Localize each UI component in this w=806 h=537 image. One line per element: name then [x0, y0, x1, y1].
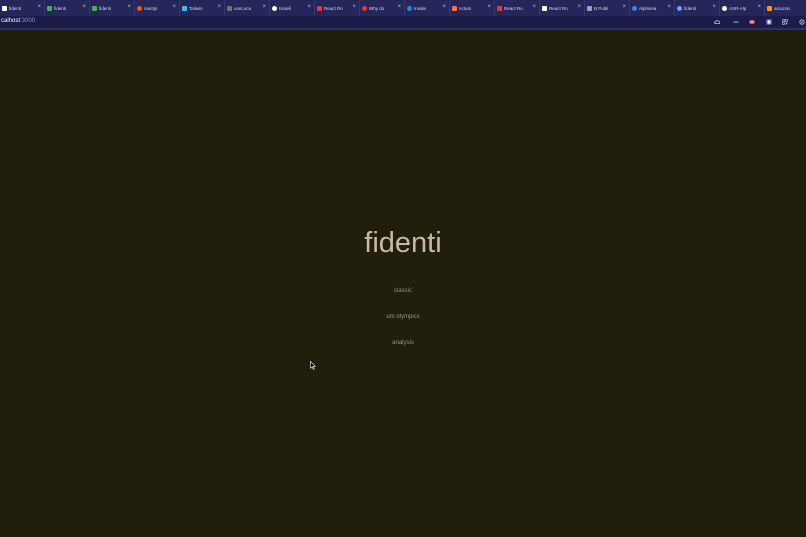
close-icon[interactable]: × — [487, 4, 491, 11]
close-icon[interactable]: × — [37, 4, 41, 11]
tab-label: Israeli — [279, 5, 292, 11]
extension-icon[interactable] — [749, 19, 755, 25]
page-icon — [542, 5, 547, 11]
browser-tab[interactable]: fidenti × — [675, 0, 720, 16]
url-host: calhost — [1, 18, 21, 24]
close-icon[interactable]: × — [532, 4, 536, 11]
close-icon[interactable]: × — [217, 4, 221, 11]
close-icon[interactable]: × — [622, 4, 626, 11]
browser-tab[interactable]: reactjs × — [135, 0, 180, 16]
tab-label: React Ro — [504, 5, 523, 11]
close-icon[interactable]: × — [262, 4, 266, 11]
cloud-icon[interactable] — [714, 19, 720, 25]
page-icon — [2, 5, 7, 11]
tab-label: reactjs — [144, 5, 158, 11]
tab-label: ASR-Alp — [729, 5, 747, 11]
tailwind-icon — [182, 5, 187, 11]
tab-label: fidenti — [9, 5, 22, 11]
browser-tab-strip: fidenti × fidenti × fidenti × reactjs × … — [0, 0, 806, 16]
minus-icon[interactable] — [733, 19, 739, 25]
browser-tab[interactable]: B Publi × — [585, 0, 630, 16]
browser-tab[interactable]: Israeli × — [270, 0, 315, 16]
qr-icon[interactable] — [782, 19, 788, 25]
page-icon — [227, 5, 232, 11]
tab-label: Why do — [369, 5, 385, 11]
page-icon — [452, 5, 457, 11]
browser-tab[interactable]: useLoca × — [225, 0, 270, 16]
browser-tab[interactable]: Why do × — [360, 0, 405, 16]
close-icon[interactable]: × — [307, 4, 311, 11]
browser-tab[interactable]: fidenti × — [0, 0, 45, 16]
classic-link[interactable]: classic — [0, 288, 806, 294]
close-icon[interactable]: × — [442, 4, 446, 11]
close-icon[interactable]: × — [352, 4, 356, 11]
close-icon[interactable]: × — [577, 4, 581, 11]
tab-label: Inside — [414, 5, 427, 11]
browser-tab[interactable]: Tailwin × — [180, 0, 225, 16]
close-icon[interactable]: × — [172, 4, 176, 11]
tab-label: React Ro — [324, 5, 343, 11]
browser-tab[interactable]: React Ro × — [315, 0, 360, 16]
tab-label: React Ro — [549, 5, 568, 11]
youtube-icon — [317, 5, 322, 11]
browser-tab[interactable]: React Ro × — [540, 0, 585, 16]
page-title: fidenti — [364, 227, 442, 259]
browser-tab[interactable]: Inside × — [405, 0, 450, 16]
um-olympics-link[interactable]: um olympics — [0, 314, 806, 320]
close-icon[interactable]: × — [667, 4, 671, 11]
close-icon[interactable]: × — [397, 4, 401, 11]
url-port: :3000 — [20, 18, 36, 24]
close-icon[interactable]: × — [127, 4, 131, 11]
analysis-link[interactable]: analysis — [0, 340, 806, 346]
browser-tab[interactable]: amazon — [765, 0, 806, 16]
close-icon[interactable]: × — [712, 4, 716, 11]
close-icon[interactable]: × — [82, 4, 86, 11]
settings-icon[interactable] — [799, 19, 805, 25]
github-icon — [272, 5, 277, 11]
tab-label: amazon — [774, 5, 791, 11]
tab-label: AlphaHa — [639, 5, 657, 11]
amazon-icon — [767, 5, 772, 11]
mouse-cursor-icon — [310, 361, 316, 370]
page-icon — [47, 5, 52, 11]
browser-tab[interactable]: React Ro × — [495, 0, 540, 16]
page-icon — [632, 5, 637, 11]
page-icon — [407, 5, 412, 11]
github-icon — [722, 5, 727, 11]
browser-tab[interactable]: fidenti × — [90, 0, 135, 16]
tab-label: nctum — [459, 5, 472, 11]
translate-icon[interactable] — [766, 19, 772, 25]
browser-tab[interactable]: nctum × — [450, 0, 495, 16]
page-icon — [362, 5, 367, 11]
youtube-icon — [497, 5, 502, 11]
tab-label: fidenti — [54, 5, 67, 11]
page-icon — [92, 5, 97, 11]
page-icon — [587, 5, 592, 11]
address-bar[interactable]: calhost:3000 — [0, 16, 806, 30]
tab-label: useLoca — [234, 5, 252, 11]
close-icon[interactable]: × — [757, 4, 761, 11]
tab-label: B Publi — [594, 5, 609, 11]
url-field[interactable]: calhost:3000 — [1, 18, 35, 24]
reddit-icon — [137, 5, 142, 11]
tab-label: fidenti — [684, 5, 697, 11]
browser-tab[interactable]: ASR-Alp × — [720, 0, 765, 16]
page-content: fidenti classic um olympics analysis — [0, 30, 806, 537]
page-icon — [677, 5, 682, 11]
tab-label: fidenti — [99, 5, 112, 11]
tab-label: Tailwin — [189, 5, 203, 11]
browser-tab[interactable]: AlphaHa × — [630, 0, 675, 16]
browser-tab[interactable]: fidenti × — [45, 0, 90, 16]
